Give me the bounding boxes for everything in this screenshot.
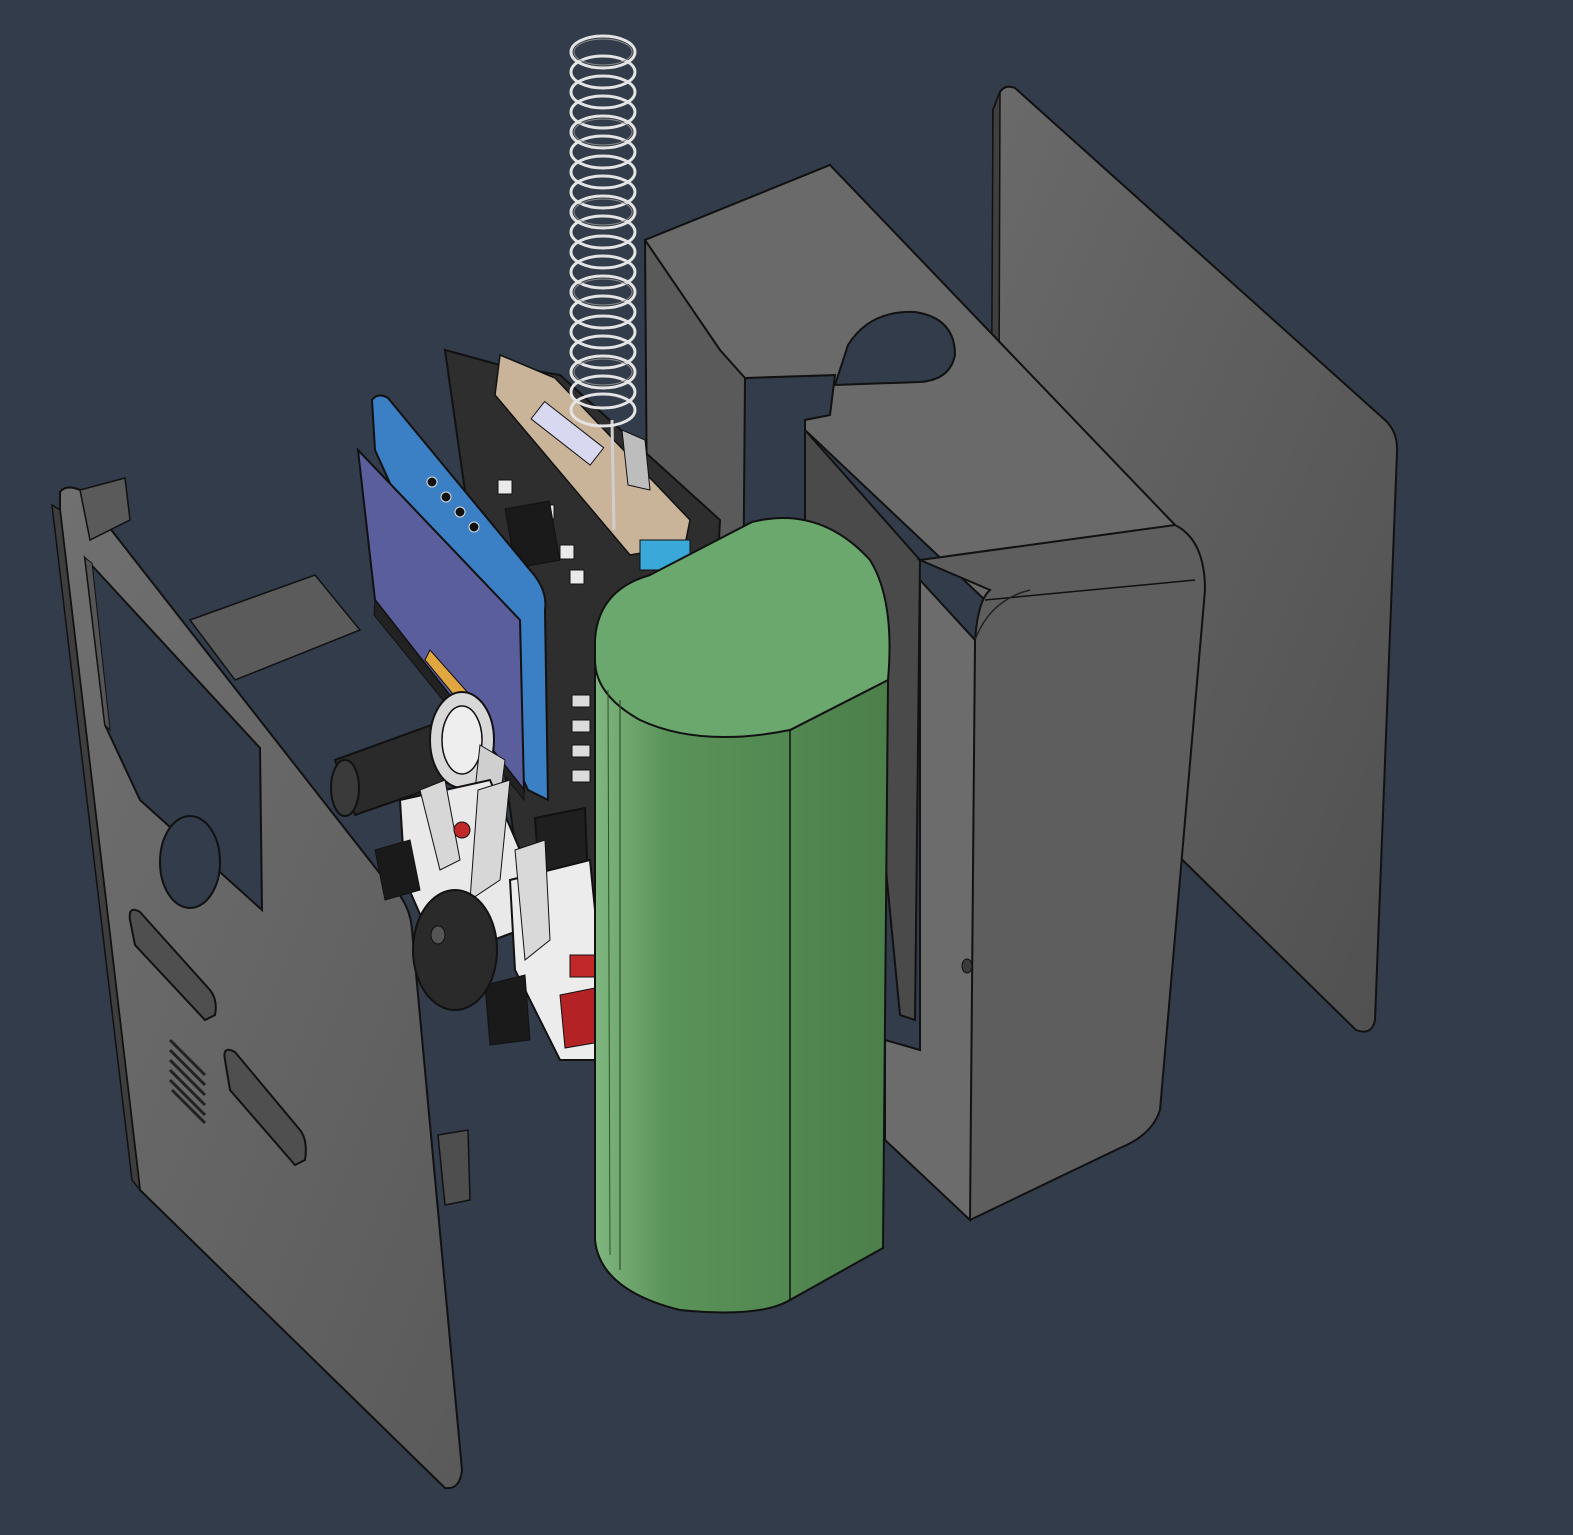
red-button-indicator [453,821,471,839]
cad-exploded-view [0,0,1573,1535]
buzzer-icon [412,889,498,1011]
encoder-hole [159,815,221,909]
exploded-assembly-render [51,34,1399,1490]
battery-cell [594,517,891,1314]
